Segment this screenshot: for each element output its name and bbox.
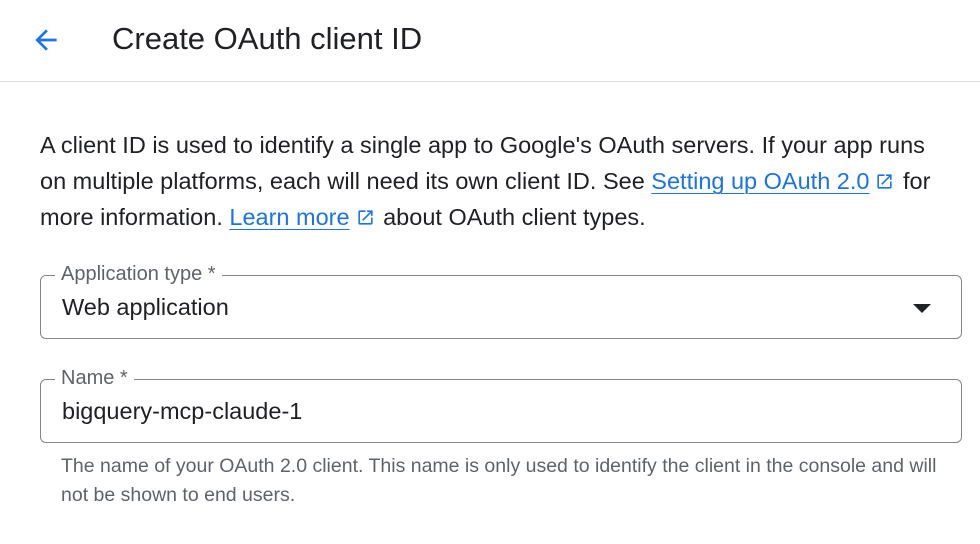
name-label: Name *	[55, 365, 134, 391]
intro-description: A client ID is used to identify a single…	[40, 127, 950, 235]
application-type-select[interactable]: Application type * Web application	[40, 261, 962, 339]
application-type-label: Application type *	[55, 261, 222, 287]
open-in-new-icon[interactable]	[875, 172, 894, 191]
intro-text: about OAuth client types.	[376, 204, 646, 230]
application-type-value: Web application	[62, 294, 229, 320]
arrow-back-icon	[35, 29, 57, 51]
name-input-value[interactable]: bigquery-mcp-claude-1	[62, 396, 302, 426]
open-in-new-icon[interactable]	[356, 208, 375, 227]
page-title: Create OAuth client ID	[112, 21, 423, 56]
setting-up-oauth-link[interactable]: Setting up OAuth 2.0	[651, 168, 869, 194]
learn-more-link[interactable]: Learn more	[229, 204, 349, 230]
name-field[interactable]: Name * bigquery-mcp-claude-1	[40, 365, 962, 443]
name-hint-text: The name of your OAuth 2.0 client. This …	[61, 455, 937, 506]
dropdown-arrow-icon[interactable]	[913, 304, 931, 313]
page-header: Create OAuth client ID	[0, 0, 980, 82]
back-button[interactable]	[22, 18, 70, 62]
